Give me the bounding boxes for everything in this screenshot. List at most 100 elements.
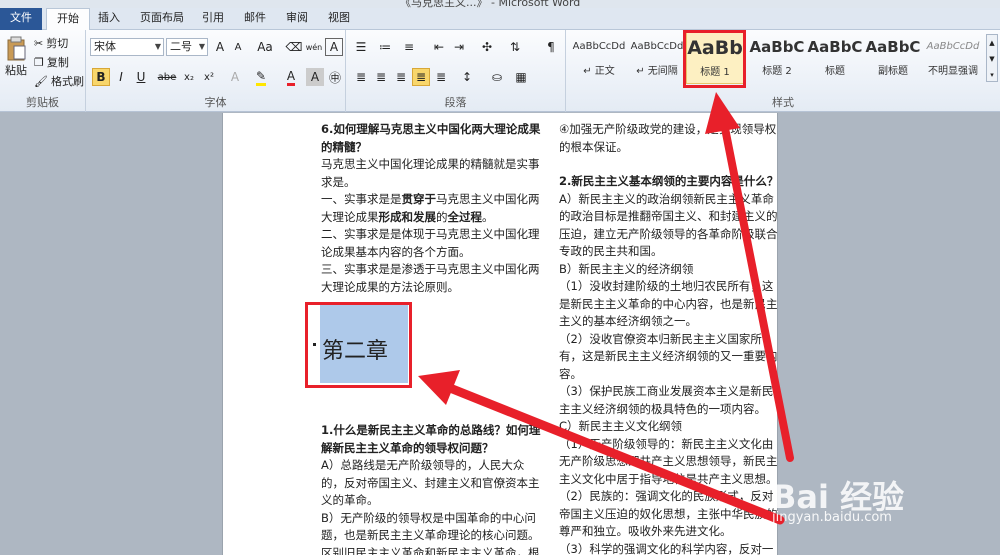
- clipboard-group: 粘贴 ✂ 剪切 ❐ 复制 🖌 格式刷 剪贴板: [0, 30, 86, 112]
- strikethrough-button[interactable]: abe: [156, 68, 178, 86]
- style-name: ↵ 无间隔: [636, 66, 678, 77]
- tab-references[interactable]: 引用: [192, 8, 234, 30]
- tab-review[interactable]: 审阅: [276, 8, 318, 30]
- cut-button[interactable]: ✂ 剪切: [34, 34, 68, 52]
- question-1-title: 1.什么是新民主主义革命的总路线？如何理解新民主主义革命的领导权问题？: [321, 423, 541, 455]
- style-name: 不明显强调: [928, 66, 978, 77]
- shrink-font-button[interactable]: A: [229, 38, 247, 56]
- q6-paragraph-3: 二、实事求是是体现于马克思主义中国化理论成果基本内容的各个方面。: [321, 227, 540, 259]
- font-group: 宋体 ▼ 二号 ▼ A A Aa ⌫ wén A B I U abe x₂ x²…: [86, 30, 346, 112]
- style-subtitle[interactable]: AaBbC 副标题: [864, 32, 922, 84]
- indent-icon: ⇥: [453, 40, 465, 54]
- r-political-program: A）新民主主义的政治纲领新民主主义革命的政治目标是推翻帝国主义、和封建主义的压迫…: [559, 191, 778, 259]
- numbering-button[interactable]: ≔: [376, 38, 394, 56]
- align-right-button[interactable]: ≣: [392, 68, 410, 86]
- cut-label: 剪切: [46, 37, 69, 50]
- annotation-box-chapter: [305, 302, 412, 388]
- font-size-value: 二号: [170, 40, 192, 53]
- style-preview: AaBbCcDd: [572, 41, 626, 52]
- clear-format-button[interactable]: ⌫: [285, 38, 303, 56]
- tab-page-layout[interactable]: 页面布局: [130, 8, 194, 30]
- italic-button[interactable]: I: [112, 68, 130, 86]
- sort-icon: ⇅: [509, 40, 521, 54]
- char-border-icon: A: [329, 40, 339, 54]
- underline-icon: U: [136, 70, 146, 84]
- question-6-title: 6.如何理解马克思主义中国化两大理论成果的精髓？: [321, 122, 541, 154]
- r-economic-3: （3）保护民族工商业发展资本主义是新民主主义经济纲领的极具特色的一项内容。: [559, 384, 774, 416]
- style-preview: AaBbC: [865, 38, 921, 56]
- grow-font-button[interactable]: A: [211, 38, 229, 56]
- underline-button[interactable]: U: [132, 68, 150, 86]
- change-case-button[interactable]: Aa: [253, 38, 277, 56]
- paste-icon: [7, 36, 26, 61]
- tab-mailings[interactable]: 邮件: [234, 8, 276, 30]
- distributed-icon: ≣: [435, 70, 447, 84]
- tab-file[interactable]: 文件: [0, 8, 42, 30]
- multilevel-list-button[interactable]: ≡: [400, 38, 418, 56]
- q6-paragraph-4: 三、实事求是是渗透于马克思主义中国化两大理论成果的方法论原则。: [321, 262, 540, 294]
- borders-button[interactable]: ▦: [512, 68, 530, 86]
- chinese-layout-button[interactable]: ✣: [478, 38, 496, 56]
- distributed-button[interactable]: ≣: [432, 68, 450, 86]
- style-preview: AaBbCcDd: [926, 41, 980, 52]
- paste-button[interactable]: 粘贴: [3, 34, 29, 80]
- style-normal[interactable]: AaBbCcDd ↵ 正文: [570, 32, 628, 84]
- align-left-icon: ≣: [355, 70, 367, 84]
- style-name: 副标题: [878, 66, 908, 77]
- question-2-title: 2.新民主主义基本纲领的主要内容是什么？: [559, 174, 779, 188]
- subscript-button[interactable]: x₂: [180, 68, 198, 86]
- align-center-button[interactable]: ≣: [372, 68, 390, 86]
- font-name-combo[interactable]: 宋体 ▼: [90, 38, 164, 56]
- justify-button[interactable]: ≣: [412, 68, 430, 86]
- annotation-box-heading1: [683, 30, 746, 88]
- tab-insert[interactable]: 插入: [88, 8, 130, 30]
- style-name: ↵ 正文: [583, 66, 615, 77]
- baidu-watermark-url: jingyan.baidu.com: [772, 510, 892, 525]
- enclose-char-button[interactable]: ㊥: [326, 68, 344, 86]
- r-culture-3: （3）科学的强调文化的科学内容，反对一切封建思想和迷信思想，主张实事求是，主: [559, 541, 774, 555]
- font-size-combo[interactable]: 二号 ▼: [166, 38, 208, 56]
- increase-indent-button[interactable]: ⇥: [450, 38, 468, 56]
- text-effects-button[interactable]: A: [226, 68, 244, 86]
- superscript-button[interactable]: x²: [200, 68, 218, 86]
- font-color-button[interactable]: A: [282, 68, 300, 86]
- copy-label: 复制: [46, 56, 69, 69]
- format-painter-button[interactable]: 🖌 格式刷: [34, 72, 84, 90]
- q6-paragraph-2: 一、实事求是是贯穿于马克思主义中国化两大理论成果形成和发展的全过程。: [321, 192, 540, 224]
- enclose-char-icon: ㊥: [328, 70, 341, 85]
- font-color-icon: A: [286, 69, 296, 86]
- styles-scroll[interactable]: ▲ ▼ ▾: [986, 34, 998, 82]
- line-spacing-button[interactable]: ↕: [458, 68, 476, 86]
- copy-button[interactable]: ❐ 复制: [34, 53, 69, 71]
- char-shading-icon: A: [310, 70, 320, 84]
- q6-paragraph-1: 马克思主义中国化理论成果的精髓就是实事求是。: [321, 157, 540, 189]
- bold-button[interactable]: B: [92, 68, 110, 86]
- char-shading-button[interactable]: A: [306, 68, 324, 86]
- bullet-list-icon: ☰: [355, 40, 367, 54]
- tab-view[interactable]: 视图: [318, 8, 360, 30]
- italic-icon: I: [119, 70, 123, 84]
- style-heading-2[interactable]: AaBbC 标题 2: [748, 32, 806, 84]
- clipboard-group-label: 剪贴板: [26, 96, 59, 109]
- decrease-indent-button[interactable]: ⇤: [430, 38, 448, 56]
- style-subtle-emphasis[interactable]: AaBbCcDd 不明显强调: [922, 32, 984, 84]
- shading-button[interactable]: ⛀: [488, 68, 506, 86]
- styles-group: AaBbCcDd ↵ 正文 AaBbCcDd ↵ 无间隔 AaBb 标题 1 A…: [566, 30, 1000, 112]
- chevron-down-icon: ▼: [198, 42, 205, 51]
- highlight-button[interactable]: ✎: [252, 68, 270, 86]
- style-title[interactable]: AaBbC 标题: [806, 32, 864, 84]
- line-spacing-icon: ↕: [461, 70, 473, 84]
- show-marks-button[interactable]: ¶: [542, 38, 560, 56]
- paint-bucket-icon: ⛀: [491, 70, 503, 84]
- r-economic-1: （1）没收封建阶级的土地归农民所有，这是新民主主义革命的中心内容，也是新民主主义…: [559, 279, 778, 328]
- scissors-icon: ✂: [34, 36, 44, 50]
- bullets-button[interactable]: ☰: [352, 38, 370, 56]
- char-border-button[interactable]: A: [325, 38, 343, 56]
- style-no-spacing[interactable]: AaBbCcDd ↵ 无间隔: [628, 32, 686, 84]
- pinyin-button[interactable]: wén: [305, 38, 323, 56]
- align-left-button[interactable]: ≣: [352, 68, 370, 86]
- more-styles-icon: ▾: [990, 71, 994, 79]
- numbered-list-icon: ≔: [379, 40, 391, 54]
- tab-home[interactable]: 开始: [46, 8, 90, 31]
- sort-button[interactable]: ⇅: [506, 38, 524, 56]
